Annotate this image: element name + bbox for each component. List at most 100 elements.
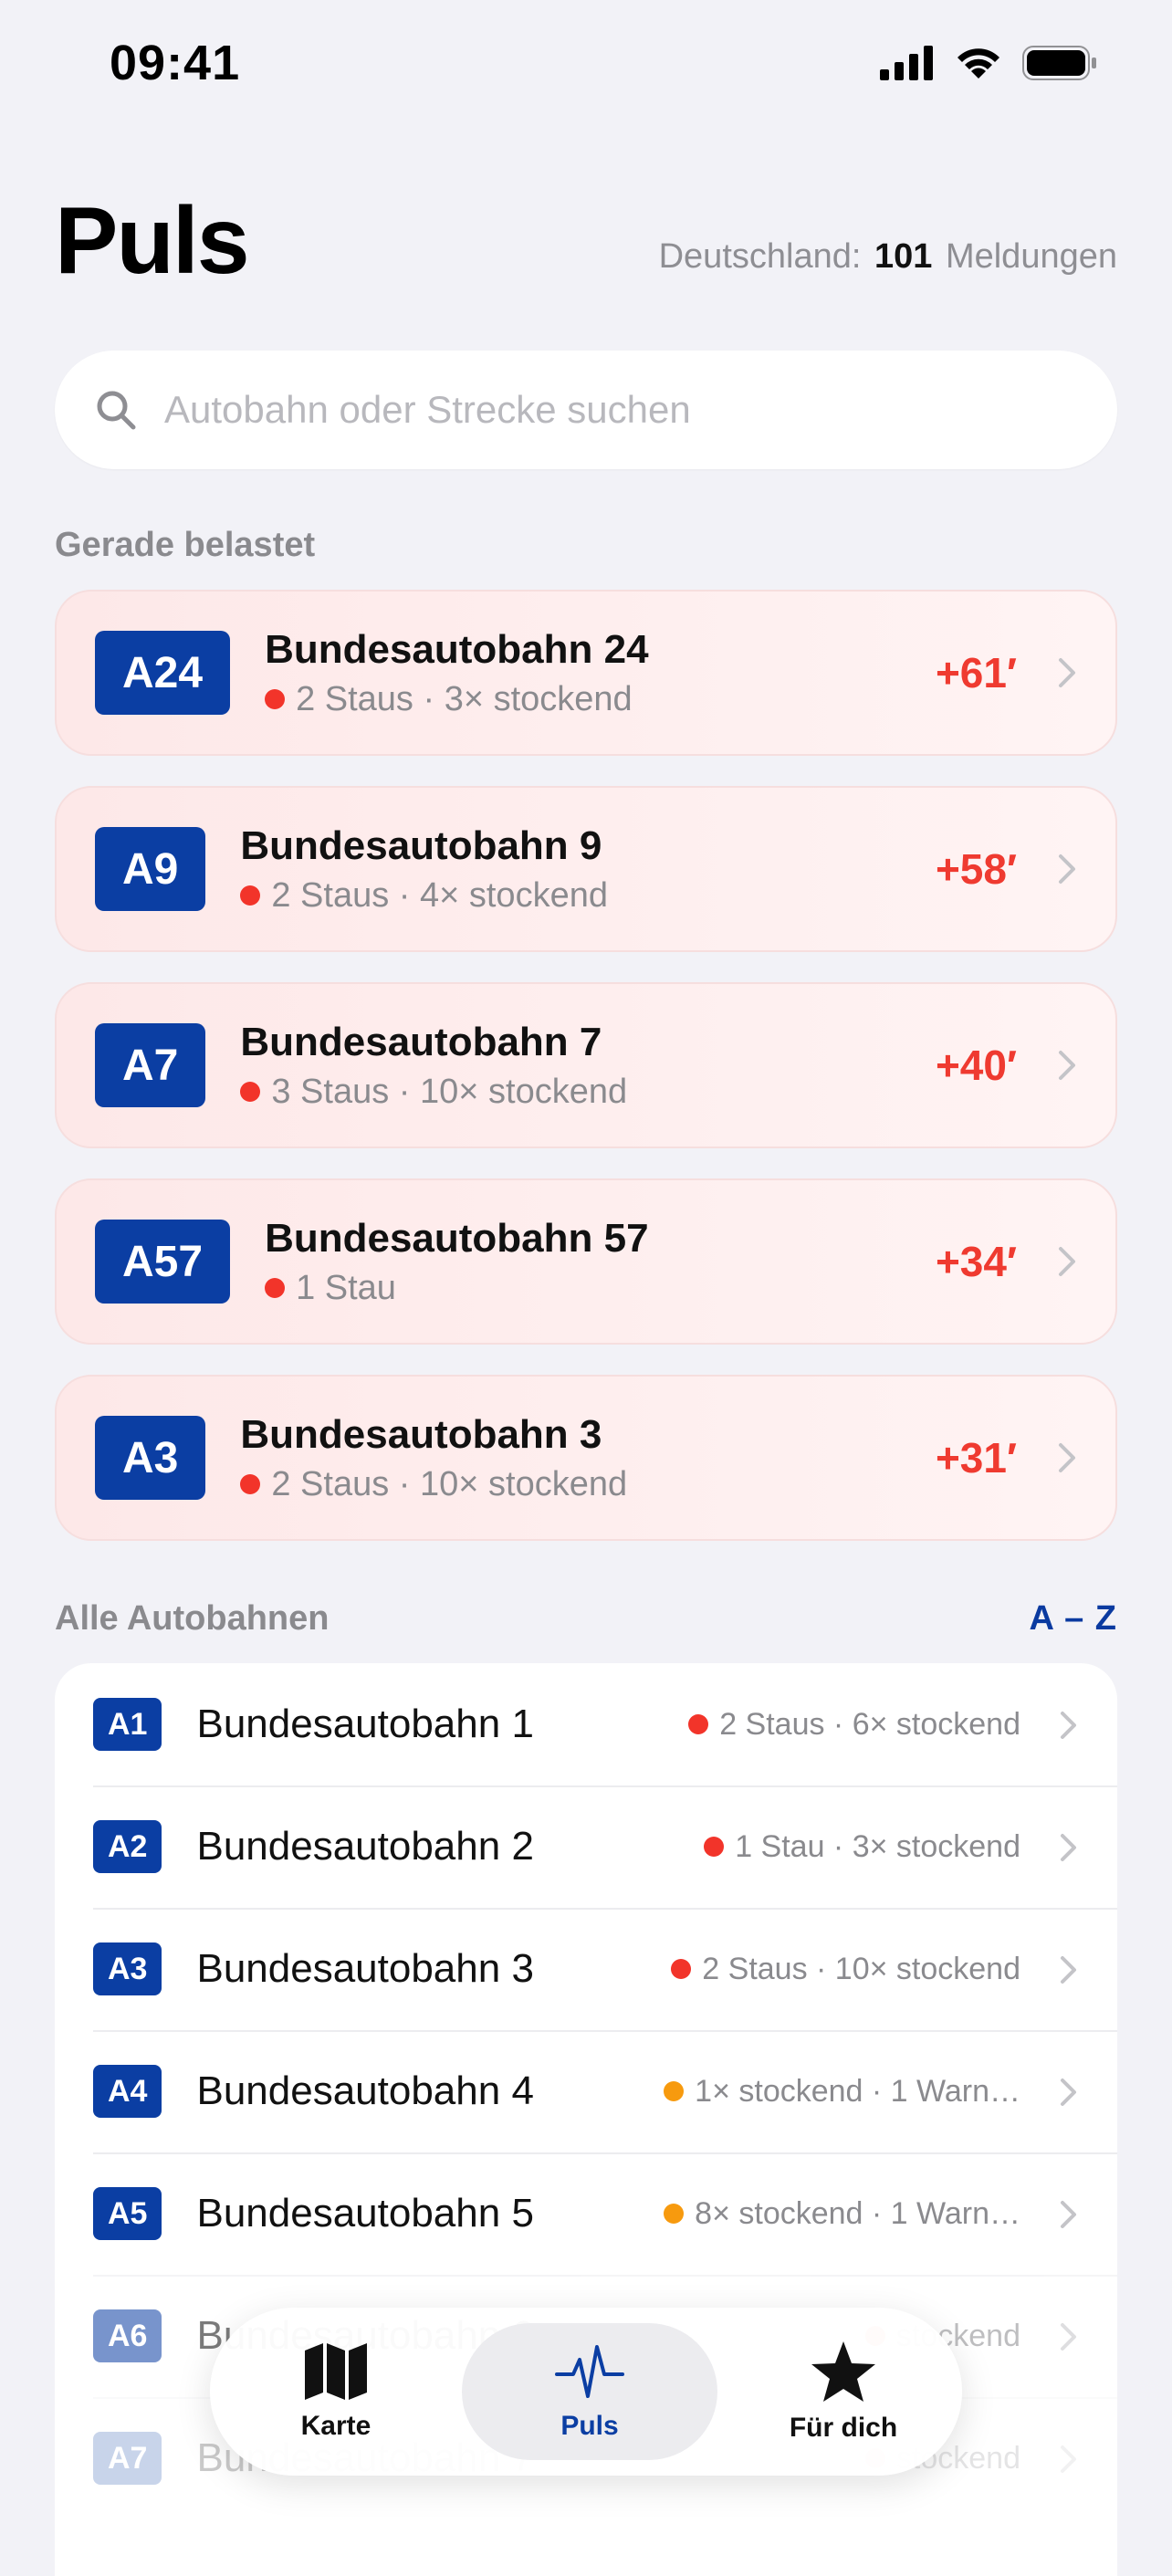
pulse-icon bbox=[555, 2345, 624, 2398]
page-title: Puls bbox=[55, 188, 250, 294]
wifi-icon bbox=[957, 48, 999, 79]
hot-list: A24 Bundesautobahn 24 2 Staus · 3× stock… bbox=[55, 590, 1117, 1571]
hot-card-a9[interactable]: A9 Bundesautobahn 9 2 Staus · 4× stocken… bbox=[55, 786, 1117, 952]
severity-dot bbox=[240, 1082, 261, 1102]
delay-value: +31′ bbox=[935, 1434, 1017, 1482]
list-item-status-text: 1 Stau · 3× stockend bbox=[735, 1828, 1020, 1864]
report-summary: Deutschland: 101 Meldungen bbox=[659, 237, 1117, 277]
list-item-status: 2 Staus · 10× stockend bbox=[671, 1952, 1020, 1987]
map-icon bbox=[305, 2343, 367, 2400]
hot-section-label: Gerade belastet bbox=[55, 526, 316, 564]
hot-card-status-text: 3 Staus · 10× stockend bbox=[271, 1072, 628, 1111]
chevron-right-icon bbox=[1061, 2445, 1076, 2473]
list-item-a3[interactable]: A3 Bundesautobahn 3 2 Staus · 10× stocke… bbox=[55, 1908, 1117, 2030]
tab-karte[interactable]: Karte bbox=[217, 2323, 455, 2460]
delay-value: +58′ bbox=[935, 845, 1017, 893]
autobahn-badge: A3 bbox=[95, 1416, 206, 1500]
autobahn-badge: A6 bbox=[93, 2309, 162, 2362]
tab-fuer-dich[interactable]: Für dich bbox=[725, 2323, 962, 2460]
hot-card-status-text: 2 Staus · 10× stockend bbox=[271, 1464, 628, 1503]
severity-dot bbox=[240, 885, 261, 906]
sort-button[interactable]: A – Z bbox=[1030, 1599, 1118, 1639]
chevron-right-icon bbox=[1061, 1712, 1076, 1739]
hot-card-status-text: 2 Staus · 4× stockend bbox=[271, 875, 608, 915]
hot-card-a3[interactable]: A3 Bundesautobahn 3 2 Staus · 10× stocke… bbox=[55, 1375, 1117, 1541]
list-item-status: 8× stockend · 1 Warn… bbox=[664, 2196, 1020, 2232]
severity-dot bbox=[664, 2204, 685, 2224]
hot-card-a57[interactable]: A57 Bundesautobahn 57 1 Stau +34′ bbox=[55, 1178, 1117, 1345]
autobahn-badge: A24 bbox=[95, 631, 231, 715]
hot-card-status-text: 2 Staus · 3× stockend bbox=[296, 679, 633, 718]
tab-bar: Karte Puls Für dich bbox=[210, 2308, 962, 2476]
battery-icon bbox=[1022, 46, 1096, 80]
autobahn-badge: A4 bbox=[93, 2065, 162, 2118]
delay-value: +61′ bbox=[935, 649, 1017, 696]
summary-prefix: Deutschland: bbox=[658, 237, 862, 276]
autobahn-badge: A3 bbox=[93, 1942, 162, 1995]
hot-card-name: Bundesautobahn 24 bbox=[265, 626, 649, 672]
hot-card-status: 3 Staus · 10× stockend bbox=[240, 1073, 627, 1112]
hot-card-name: Bundesautobahn 3 bbox=[240, 1411, 602, 1457]
list-item-a2[interactable]: A2 Bundesautobahn 2 1 Stau · 3× stockend bbox=[55, 1785, 1117, 1908]
delay-value: +40′ bbox=[935, 1042, 1017, 1089]
list-item-a1[interactable]: A1 Bundesautobahn 1 2 Staus · 6× stocken… bbox=[55, 1663, 1117, 1785]
chevron-right-icon bbox=[1059, 1051, 1075, 1080]
summary-count: 101 bbox=[874, 237, 933, 276]
autobahn-badge: A1 bbox=[93, 1698, 162, 1751]
hot-card-status: 2 Staus · 10× stockend bbox=[240, 1465, 627, 1504]
tab-puls[interactable]: Puls bbox=[462, 2323, 717, 2460]
list-item-status-text: 8× stockend · 1 Warn… bbox=[695, 2195, 1020, 2231]
hot-card-status: 2 Staus · 3× stockend bbox=[265, 680, 649, 719]
severity-dot bbox=[265, 1278, 286, 1298]
hot-card-status: 1 Stau bbox=[265, 1269, 649, 1308]
hot-card-name: Bundesautobahn 57 bbox=[265, 1215, 649, 1261]
hot-card-name: Bundesautobahn 9 bbox=[240, 822, 602, 868]
chevron-right-icon bbox=[1059, 658, 1075, 687]
all-section-label: Alle Autobahnen bbox=[55, 1599, 330, 1638]
chevron-right-icon bbox=[1059, 1247, 1075, 1276]
severity-dot bbox=[265, 689, 286, 709]
autobahn-badge: A9 bbox=[95, 827, 206, 911]
search-icon bbox=[97, 391, 136, 430]
delay-value: +34′ bbox=[935, 1238, 1017, 1285]
status-bar: 09:41 bbox=[0, 0, 1172, 137]
tab-label: Für dich bbox=[789, 2413, 898, 2443]
list-item-a5[interactable]: A5 Bundesautobahn 5 8× stockend · 1 Warn… bbox=[55, 2152, 1117, 2275]
tab-label: Puls bbox=[560, 2411, 619, 2441]
chevron-right-icon bbox=[1059, 854, 1075, 884]
severity-dot bbox=[704, 1837, 725, 1857]
autobahn-badge: A57 bbox=[95, 1220, 231, 1304]
list-item-status: 2 Staus · 6× stockend bbox=[688, 1707, 1020, 1743]
autobahn-badge: A7 bbox=[95, 1023, 206, 1107]
status-time: 09:41 bbox=[110, 36, 241, 90]
list-item-name: Bundesautobahn 4 bbox=[196, 2068, 534, 2113]
list-item-status: 1× stockend · 1 Warn… bbox=[664, 2074, 1020, 2110]
hot-card-status: 2 Staus · 4× stockend bbox=[240, 876, 608, 916]
autobahn-badge: A2 bbox=[93, 1820, 162, 1873]
cellular-signal-icon bbox=[880, 46, 933, 80]
chevron-right-icon bbox=[1061, 2201, 1076, 2228]
tab-label: Karte bbox=[300, 2411, 371, 2441]
severity-dot bbox=[671, 1959, 692, 1979]
chevron-right-icon bbox=[1059, 1443, 1075, 1472]
severity-dot bbox=[240, 1474, 261, 1494]
list-item-status-text: 2 Staus · 10× stockend bbox=[702, 1951, 1020, 1986]
hot-card-status-text: 1 Stau bbox=[296, 1268, 396, 1307]
hot-card-a7[interactable]: A7 Bundesautobahn 7 3 Staus · 10× stocke… bbox=[55, 982, 1117, 1148]
list-item-status-text: 2 Staus · 6× stockend bbox=[719, 1706, 1020, 1742]
list-item-status: 1 Stau · 3× stockend bbox=[704, 1829, 1020, 1865]
list-item-a4[interactable]: A4 Bundesautobahn 4 1× stockend · 1 Warn… bbox=[55, 2030, 1117, 2152]
chevron-right-icon bbox=[1061, 1956, 1076, 1984]
list-item-name: Bundesautobahn 3 bbox=[196, 1946, 534, 1991]
autobahn-badge: A7 bbox=[93, 2432, 162, 2485]
list-item-name: Bundesautobahn 2 bbox=[196, 1824, 534, 1869]
hot-card-name: Bundesautobahn 7 bbox=[240, 1019, 602, 1064]
autobahn-badge: A5 bbox=[93, 2187, 162, 2240]
list-item-status-text: 1× stockend · 1 Warn… bbox=[695, 2073, 1020, 2109]
list-item-name: Bundesautobahn 5 bbox=[196, 2191, 534, 2236]
search-input[interactable] bbox=[162, 387, 1079, 433]
summary-suffix: Meldungen bbox=[945, 237, 1117, 276]
hot-card-a24[interactable]: A24 Bundesautobahn 24 2 Staus · 3× stock… bbox=[55, 590, 1117, 756]
chevron-right-icon bbox=[1061, 2323, 1076, 2351]
search-bar[interactable] bbox=[55, 351, 1117, 469]
